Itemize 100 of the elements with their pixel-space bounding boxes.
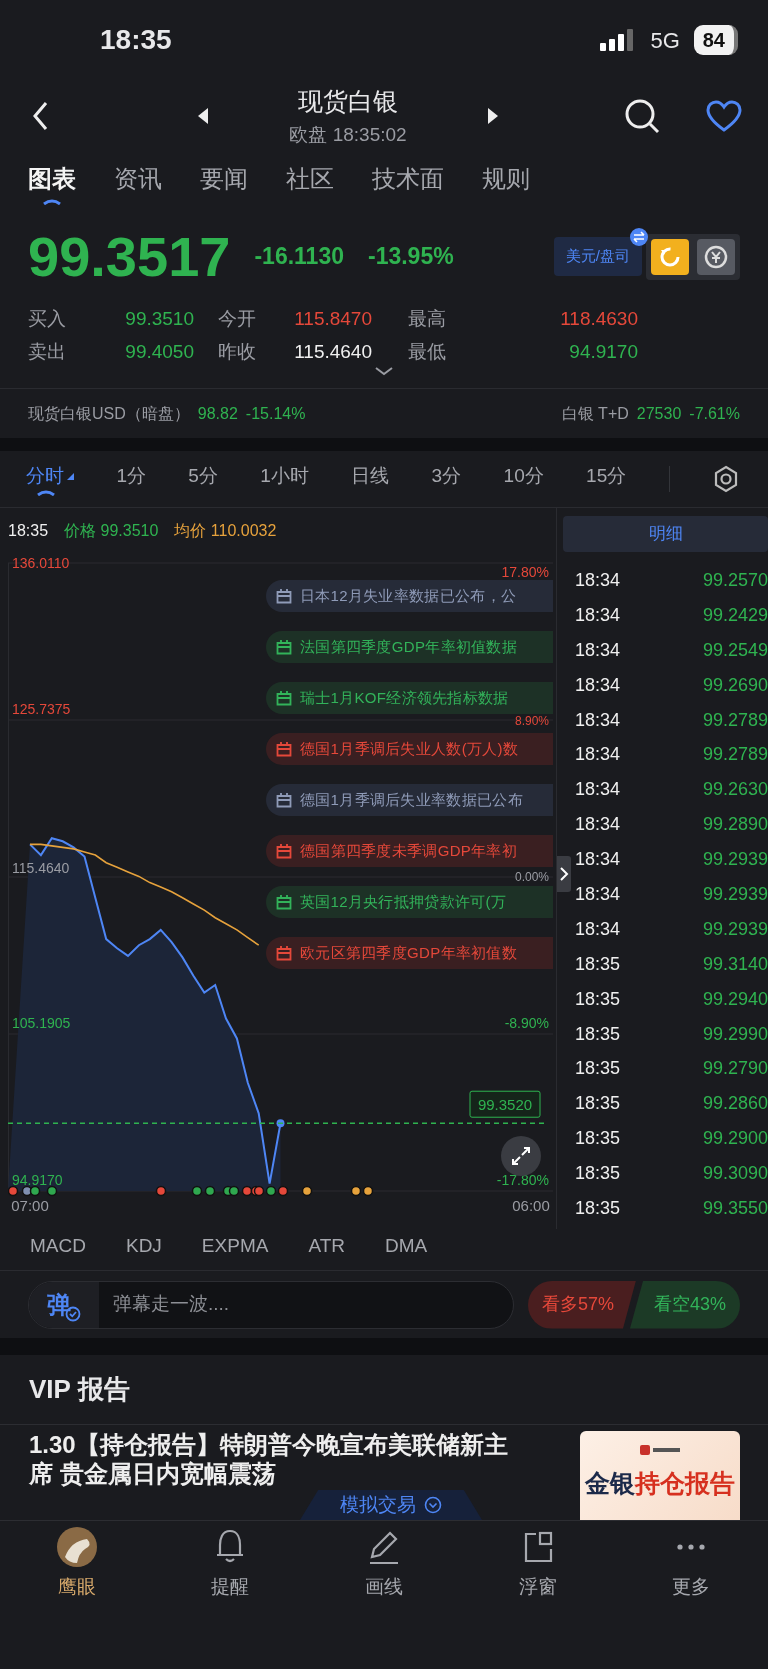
- period-tab[interactable]: 15分: [586, 461, 627, 497]
- event-dot[interactable]: [277, 1185, 289, 1197]
- bullish-vote-button[interactable]: 看多57%: [527, 1280, 636, 1329]
- tab[interactable]: 规则: [482, 161, 530, 205]
- current-price-tag: 99.3520: [469, 1090, 541, 1118]
- event-dot[interactable]: [241, 1185, 253, 1197]
- nav-item[interactable]: 鹰眼: [0, 1527, 154, 1662]
- event-pill[interactable]: 法国第四季度GDP年率初值数据: [266, 631, 553, 663]
- right-triangle-icon: [488, 108, 498, 124]
- period-tab[interactable]: 5分: [188, 461, 218, 497]
- instrument-change: -15.14%: [245, 403, 306, 424]
- axis-label: -17.80%: [496, 1172, 549, 1188]
- tab[interactable]: 要闻: [200, 161, 248, 205]
- simulated-trading-tab[interactable]: 模拟交易: [300, 1490, 482, 1520]
- danmaku-badge[interactable]: 弹: [29, 1281, 99, 1328]
- tab[interactable]: 技术面: [372, 161, 444, 205]
- search-icon: [624, 98, 660, 134]
- indicator-tab[interactable]: ATR: [308, 1232, 345, 1267]
- article-thumbnail[interactable]: 金银持仓报告: [580, 1431, 740, 1520]
- event-dot[interactable]: [46, 1185, 58, 1197]
- indicator-tab[interactable]: EXPMA: [201, 1232, 269, 1267]
- unit-toggle-button[interactable]: 美元/盘司: [553, 237, 642, 276]
- event-dot[interactable]: [350, 1185, 362, 1197]
- logo-icon: [640, 1445, 680, 1455]
- instrument-change: -7.61%: [689, 403, 740, 424]
- favorite-button[interactable]: [706, 100, 742, 132]
- currency-exchange-icon: [703, 243, 729, 270]
- article-title[interactable]: 1.30【持仓报告】特朗普今晚宣布美联储新主席 贵金属日内宽幅震荡: [29, 1431, 511, 1489]
- period-tab[interactable]: 1分: [116, 461, 146, 497]
- event-pill[interactable]: 欧元区第四季度GDP年率初值数: [266, 937, 553, 969]
- comment-input[interactable]: 弹幕走一波....: [99, 1289, 513, 1320]
- back-button[interactable]: [32, 101, 48, 131]
- refresh-button[interactable]: [651, 238, 689, 275]
- stat-label: 买入: [28, 307, 67, 331]
- previous-button[interactable]: [198, 108, 208, 124]
- indicator-tab[interactable]: MACD: [30, 1232, 86, 1267]
- stat-value: 115.4640: [293, 339, 372, 364]
- nav-item[interactable]: 浮窗: [460, 1527, 615, 1662]
- calendar-icon: [276, 843, 292, 859]
- tab[interactable]: 资讯: [114, 161, 162, 205]
- event-dot[interactable]: [204, 1185, 216, 1197]
- nav-item[interactable]: 更多: [614, 1527, 768, 1662]
- event-pill[interactable]: 德国第四季度未季调GDP年率初: [266, 835, 553, 867]
- selected-caret-icon: [43, 199, 61, 205]
- currency-button[interactable]: [697, 238, 735, 275]
- event-dot[interactable]: [228, 1185, 240, 1197]
- event-pill[interactable]: 德国1月季调后失业率数据已公布: [266, 784, 553, 816]
- fullscreen-button[interactable]: [501, 1136, 541, 1176]
- event-dot[interactable]: [155, 1185, 167, 1197]
- tab[interactable]: 图表: [28, 161, 76, 205]
- stat-value: 99.3510: [124, 307, 195, 331]
- event-dot[interactable]: [362, 1185, 374, 1197]
- event-pill[interactable]: 德国1月季调后失业人数(万人)数: [266, 733, 553, 765]
- axis-label: 115.4640: [12, 860, 70, 876]
- detail-price: 99.2939: [702, 917, 768, 941]
- bearish-vote-button[interactable]: 看空43%: [629, 1280, 740, 1329]
- detail-time: 18:34: [575, 638, 621, 662]
- event-pill[interactable]: 英国12月央行抵押贷款许可(万: [266, 886, 553, 918]
- instrument-name: 现货白银USD（暗盘）: [28, 403, 190, 424]
- axis-label: 105.1905: [12, 1015, 71, 1031]
- comment-field[interactable]: 弹 弹幕走一波....: [28, 1280, 514, 1329]
- time-label: 06:00: [512, 1197, 550, 1214]
- last-point-marker: [276, 1119, 285, 1128]
- event-dot[interactable]: [253, 1185, 265, 1197]
- thumbnail-title: 金银: [585, 1468, 635, 1499]
- average-price-reading: 均价 110.0032: [174, 520, 277, 541]
- axis-label: 136.0110: [12, 555, 70, 571]
- stat-label: 卖出: [28, 339, 67, 364]
- period-tab[interactable]: 10分: [503, 461, 544, 497]
- stat-label: 昨收: [218, 339, 257, 364]
- nav-label: 鹰眼: [57, 1575, 96, 1599]
- collapse-panel-button[interactable]: [557, 856, 571, 892]
- nav-item[interactable]: 提醒: [153, 1527, 308, 1662]
- period-tab[interactable]: 1小时: [260, 461, 309, 497]
- period-tab[interactable]: 日线: [351, 461, 390, 497]
- nav-item[interactable]: 画线: [307, 1527, 461, 1662]
- search-button[interactable]: [624, 98, 660, 134]
- network-label: 5G: [650, 26, 680, 55]
- thumbnail-highlight: 持仓报告: [635, 1468, 735, 1499]
- tab[interactable]: 社区: [286, 161, 334, 205]
- axis-label: 94.9170: [12, 1172, 63, 1188]
- event-dot[interactable]: [265, 1185, 277, 1197]
- percent-change: -13.95%: [367, 242, 454, 272]
- event-dot[interactable]: [301, 1185, 313, 1197]
- event-dot[interactable]: [29, 1185, 41, 1197]
- session-time: 欧盘 18:35:02: [289, 122, 407, 147]
- detail-price: 99.3550: [702, 1196, 768, 1220]
- stat-value: 115.8470: [293, 307, 372, 331]
- event-pill[interactable]: 瑞士1月KOF经济领先指标数据: [266, 682, 553, 714]
- period-tab[interactable]: 分时: [26, 461, 74, 497]
- left-triangle-icon: [198, 108, 208, 124]
- next-button[interactable]: [488, 108, 498, 124]
- event-pill[interactable]: 日本12月失业率数据已公布，公: [266, 580, 553, 612]
- selected-caret-icon: [37, 490, 55, 497]
- indicator-tab[interactable]: KDJ: [125, 1232, 162, 1267]
- detail-time: 18:34: [575, 917, 621, 941]
- indicator-tab[interactable]: DMA: [385, 1232, 428, 1267]
- period-tab[interactable]: 3分: [431, 461, 462, 497]
- event-dot[interactable]: [191, 1185, 203, 1197]
- detail-price: 99.2900: [702, 1127, 768, 1151]
